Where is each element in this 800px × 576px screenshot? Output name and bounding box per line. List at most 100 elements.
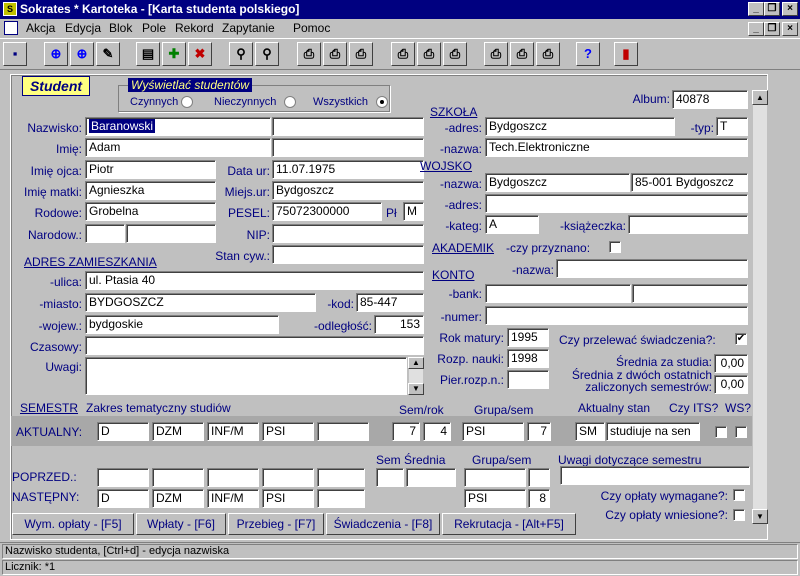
miejs-ur-field[interactable]: Bydgoszcz xyxy=(272,181,424,200)
doc-restore-button[interactable]: ❐ xyxy=(764,22,780,36)
przebieg-button[interactable]: Przebieg - [F7] xyxy=(228,513,324,535)
nazwisko2-field[interactable] xyxy=(272,117,424,136)
akademik-nazwa-field[interactable] xyxy=(556,259,748,278)
nastepny-zakres-1[interactable]: D xyxy=(97,489,149,508)
narodow2-field[interactable] xyxy=(126,224,216,243)
poprzed-zakres-2[interactable] xyxy=(152,468,204,487)
wplaty-button[interactable]: Wpłaty - [F6] xyxy=(136,513,226,535)
poprzed-srednia[interactable] xyxy=(406,468,456,487)
print-7-icon[interactable]: ⎙ xyxy=(484,42,508,66)
print-3-icon[interactable]: ⎙ xyxy=(349,42,373,66)
print-4-icon[interactable]: ⎙ xyxy=(391,42,415,66)
aktualny-zakres-2[interactable]: DZM xyxy=(152,422,204,441)
print-2-icon[interactable]: ⎙ xyxy=(323,42,347,66)
poprzed-zakres-5[interactable] xyxy=(317,468,365,487)
wym-oplaty-button[interactable]: Wym. opłaty - [F5] xyxy=(12,513,134,535)
menu-akcja[interactable]: Akcja xyxy=(26,21,55,35)
close-button[interactable]: × xyxy=(782,2,798,16)
aktualny-rok[interactable]: 4 xyxy=(423,422,451,441)
aktualny-grupa-sem[interactable]: 7 xyxy=(527,422,551,441)
wojsko-adres-field[interactable] xyxy=(485,194,748,213)
imie2-field[interactable] xyxy=(272,138,424,157)
wojew-field[interactable]: bydgoskie xyxy=(85,315,279,334)
exit-icon[interactable]: ▮ xyxy=(614,42,638,66)
album-field[interactable]: 40878 xyxy=(672,90,748,109)
poprzed-zakres-1[interactable] xyxy=(97,468,149,487)
szkola-adres-field[interactable]: Bydgoszcz xyxy=(485,117,675,136)
main-scroll-down-icon[interactable]: ▼ xyxy=(752,509,768,524)
srednia-field[interactable]: 0,00 xyxy=(714,354,748,373)
student-tab[interactable]: Student xyxy=(22,76,90,96)
print-6-icon[interactable]: ⎙ xyxy=(443,42,467,66)
srednia2-field[interactable]: 0,00 xyxy=(714,375,748,394)
rodowe-field[interactable]: Grobelna xyxy=(85,202,216,221)
main-scroll-up-icon[interactable]: ▲ xyxy=(752,90,768,105)
poprzed-sem[interactable] xyxy=(376,468,404,487)
doc-minimize-button[interactable]: _ xyxy=(748,22,764,36)
rekrutacja-button[interactable]: Rekrutacja - [Alt+F5] xyxy=(442,513,576,535)
poprzed-grupa[interactable] xyxy=(464,468,526,487)
data-ur-field[interactable]: 11.07.1975 xyxy=(272,160,424,179)
insert-icon[interactable]: ✚ xyxy=(162,42,186,66)
next-record-icon[interactable]: ⊕ xyxy=(44,42,68,66)
wojsko-nazwa2-field[interactable]: 85-001 Bydgoszcz xyxy=(631,173,748,192)
maximize-button[interactable]: ❐ xyxy=(764,2,780,16)
help-icon[interactable]: ? xyxy=(576,42,600,66)
ulica-field[interactable]: ul. Ptasia 40 xyxy=(85,271,424,290)
query-icon[interactable]: ▤ xyxy=(136,42,160,66)
miasto-field[interactable]: BYDGOSZCZ xyxy=(85,293,316,312)
minimize-button[interactable]: _ xyxy=(748,2,764,16)
przelewac-checkbox[interactable]: ✔ xyxy=(735,333,747,345)
pesel-field[interactable]: 75072300000 xyxy=(272,202,382,221)
search-icon[interactable]: ⚲ xyxy=(229,42,253,66)
main-scrollbar[interactable] xyxy=(752,90,768,524)
print-1-icon[interactable]: ⎙ xyxy=(297,42,321,66)
menu-pole[interactable]: Pole xyxy=(142,21,166,35)
wojsko-kateg-field[interactable]: A xyxy=(485,215,539,234)
radio-wszystkich[interactable] xyxy=(376,96,388,108)
szkola-typ-field[interactable]: T xyxy=(716,117,748,136)
menu-zapytanie[interactable]: Zapytanie xyxy=(222,21,275,35)
oplaty-wniesione-checkbox[interactable] xyxy=(733,509,745,521)
print-9-icon[interactable]: ⎙ xyxy=(536,42,560,66)
save-icon[interactable]: ▪ xyxy=(3,42,27,66)
aktualny-zakres-5[interactable] xyxy=(317,422,369,441)
doc-close-button[interactable]: × xyxy=(782,22,798,36)
imie-matki-field[interactable]: Agnieszka xyxy=(85,181,216,200)
aktualny-stan-opis[interactable]: studiuje na sen xyxy=(606,422,700,441)
menu-rekord[interactable]: Rekord xyxy=(175,21,214,35)
rok-matury-field[interactable]: 1995 xyxy=(507,328,549,347)
aktualny-grupa[interactable]: PSI xyxy=(462,422,524,441)
swiadczenia-button[interactable]: Świadczenia - [F8] xyxy=(326,513,440,535)
rozp-nauki-field[interactable]: 1998 xyxy=(507,349,549,368)
menu-blok[interactable]: Blok xyxy=(109,21,132,35)
bank2-field[interactable] xyxy=(632,284,748,303)
delete-icon[interactable]: ✖ xyxy=(188,42,212,66)
nastepny-grupa-sem[interactable]: 8 xyxy=(528,489,550,508)
narodow-field[interactable] xyxy=(85,224,125,243)
print-5-icon[interactable]: ⎙ xyxy=(417,42,441,66)
nastepny-zakres-2[interactable]: DZM xyxy=(152,489,204,508)
poprzed-zakres-4[interactable] xyxy=(262,468,314,487)
przyznano-checkbox[interactable] xyxy=(609,241,621,253)
radio-nieczynnych[interactable] xyxy=(284,96,296,108)
nastepny-grupa[interactable]: PSI xyxy=(464,489,526,508)
nastepny-zakres-5[interactable] xyxy=(317,489,365,508)
aktualny-zakres-1[interactable]: D xyxy=(97,422,149,441)
aktualny-sem[interactable]: 7 xyxy=(392,422,420,441)
aktualny-stan-kod[interactable]: SM xyxy=(575,422,605,441)
plec-field[interactable]: M xyxy=(403,202,424,221)
radio-czynnych[interactable] xyxy=(181,96,193,108)
nip-field[interactable] xyxy=(272,224,424,243)
edit-icon[interactable]: ✎ xyxy=(96,42,120,66)
imie-ojca-field[interactable]: Piotr xyxy=(85,160,216,179)
wojsko-nazwa-field[interactable]: Bydgoszcz xyxy=(485,173,630,192)
doc-icon[interactable] xyxy=(4,21,18,35)
ws-checkbox[interactable] xyxy=(735,426,747,438)
uwagi-semestru-field[interactable] xyxy=(560,466,750,485)
menu-edycja[interactable]: Edycja xyxy=(65,21,101,35)
kod-field[interactable]: 85-447 xyxy=(356,293,424,312)
nazwisko-field[interactable]: Baranowski xyxy=(85,117,271,136)
odleglosc-field[interactable]: 153 xyxy=(374,315,424,334)
imie-field[interactable]: Adam xyxy=(85,138,271,157)
